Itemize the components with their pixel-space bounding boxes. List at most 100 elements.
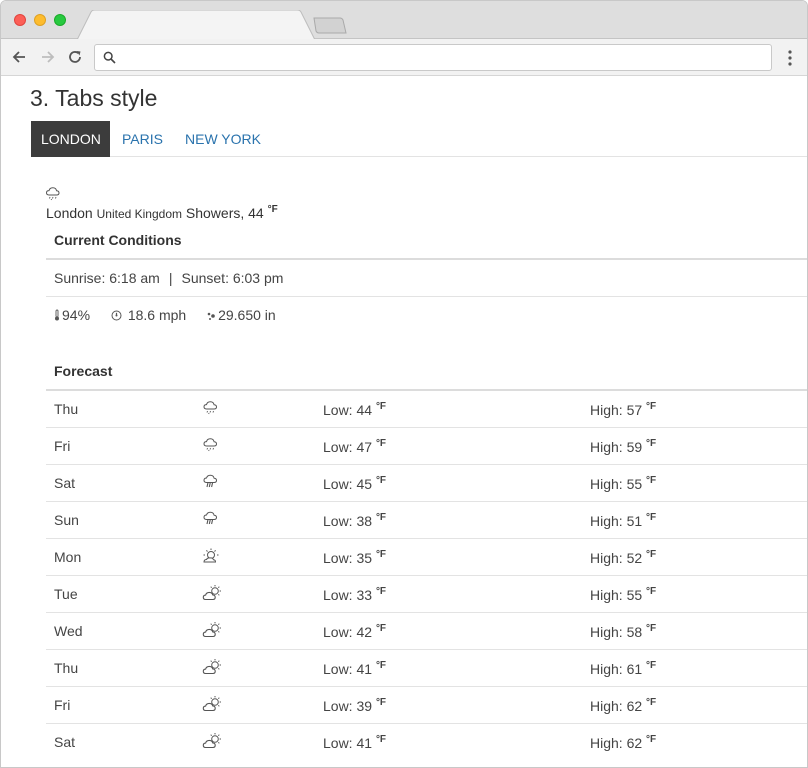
- forecast-high: High: 55 °F: [590, 586, 656, 603]
- pressure-drops-icon: [207, 312, 215, 320]
- high-temp: High: 55: [590, 476, 643, 492]
- temperature-unit: °F: [646, 586, 657, 597]
- page-title: 3. Tabs style: [30, 85, 158, 111]
- forward-arrow-icon[interactable]: [38, 47, 58, 67]
- reload-icon[interactable]: [65, 47, 85, 67]
- url-input[interactable]: [121, 48, 761, 68]
- thermometer-icon: [55, 309, 59, 321]
- wind-value: 18.6 mph: [127, 307, 187, 323]
- high-temp: High: 57: [590, 402, 643, 418]
- pressure-metric: 29.650 in: [207, 297, 276, 334]
- conditions-heading: Current Conditions: [46, 227, 807, 260]
- kebab-menu-icon[interactable]: [784, 49, 796, 67]
- low-temp: Low: 35: [323, 550, 373, 566]
- temperature-unit: °F: [375, 549, 387, 560]
- back-arrow-icon[interactable]: [9, 47, 29, 67]
- showers-icon: [202, 399, 220, 418]
- city-name: London: [46, 205, 93, 221]
- low-temp: Low: 39: [323, 698, 373, 714]
- page-content: 3. Tabs style LONDON PARIS NEW YORK Lond…: [1, 77, 807, 767]
- forecast-low: Low: 39 °F: [323, 697, 386, 714]
- high-temp: High: 51: [590, 513, 643, 529]
- low-temp: Low: 45: [323, 476, 373, 492]
- low-temp: Low: 41: [323, 735, 373, 751]
- forecast-row: Tue Low: 33 °F High: 55 °F: [46, 576, 807, 613]
- forecast-row: Thu Low: 41 °F High: 61 °F: [46, 650, 807, 687]
- temperature-unit: °F: [646, 512, 657, 523]
- tab-london[interactable]: LONDON: [31, 121, 110, 157]
- forecast-high: High: 57 °F: [590, 401, 656, 418]
- sunrise-text: Sunrise: 6:18 am: [54, 270, 160, 286]
- forecast-low: Low: 41 °F: [323, 660, 386, 677]
- forecast-low: Low: 35 °F: [323, 549, 386, 566]
- minimize-window-button[interactable]: [34, 14, 46, 26]
- address-bar[interactable]: [94, 44, 772, 71]
- sunset-text: Sunset: 6:03 pm: [181, 270, 284, 286]
- current-location-line: London United Kingdom Showers, 44 °F: [46, 204, 278, 221]
- forecast-row: Sat Low: 45 °F High: 55 °F: [46, 465, 807, 502]
- forecast-day: Mon: [54, 549, 82, 565]
- temperature-unit: °F: [646, 549, 657, 560]
- high-temp: High: 58: [590, 624, 643, 640]
- close-window-button[interactable]: [14, 14, 26, 26]
- high-temp: High: 55: [590, 587, 643, 603]
- forecast-low: Low: 47 °F: [323, 438, 386, 455]
- current-conditions-table: Current Conditions Sunrise: 6:18 am | Suns…: [46, 227, 807, 334]
- browser-tab-active[interactable]: [77, 10, 315, 40]
- forecast-high: High: 59 °F: [590, 438, 656, 455]
- separator: |: [168, 270, 173, 286]
- temperature-unit: °F: [375, 697, 387, 708]
- temperature-unit: °F: [375, 586, 387, 597]
- forecast-day: Fri: [54, 697, 71, 713]
- temperature-unit: °F: [375, 734, 387, 745]
- rain-icon: [202, 473, 220, 492]
- temperature-unit: °F: [646, 475, 657, 486]
- low-temp: Low: 47: [323, 439, 373, 455]
- forecast-row: Fri Low: 47 °F High: 59 °F: [46, 428, 807, 465]
- temperature-unit: °F: [646, 401, 657, 412]
- tab-paris[interactable]: PARIS: [113, 121, 172, 157]
- partly-cloudy-icon: [202, 695, 224, 716]
- humidity-metric: 94%: [54, 297, 90, 334]
- forecast-day: Thu: [54, 660, 79, 676]
- tab-new-york[interactable]: NEW YORK: [176, 121, 270, 157]
- country-name: United Kingdom: [96, 207, 182, 221]
- pressure-value: 29.650 in: [218, 307, 276, 323]
- partly-cloudy-icon: [202, 732, 224, 753]
- browser-toolbar: [1, 39, 807, 76]
- partly-cloudy-icon: [202, 658, 224, 679]
- temperature-unit: °F: [646, 660, 657, 671]
- forecast-row: Sun Low: 38 °F High: 51 °F: [46, 502, 807, 539]
- forecast-high: High: 55 °F: [590, 475, 656, 492]
- partly-cloudy-icon: [202, 584, 224, 605]
- forecast-rows: Thu Low: 44 °F High: 57 °F Fri Low: 47 °F Hig…: [46, 391, 807, 761]
- wind-gauge-icon: [111, 310, 122, 321]
- forecast-low: Low: 41 °F: [323, 734, 386, 751]
- forecast-high: High: 52 °F: [590, 549, 656, 566]
- forecast-row: Sat Low: 41 °F High: 62 °F: [46, 724, 807, 761]
- browser-window: 3. Tabs style LONDON PARIS NEW YORK Lond…: [0, 0, 808, 768]
- showers-icon: [202, 436, 220, 455]
- forecast-low: Low: 33 °F: [323, 586, 386, 603]
- temperature-unit: °F: [375, 623, 387, 634]
- low-temp: Low: 41: [323, 661, 373, 677]
- city-tabs: LONDON PARIS NEW YORK: [31, 121, 807, 157]
- new-tab-button[interactable]: [313, 17, 347, 34]
- high-temp: High: 59: [590, 439, 643, 455]
- forecast-high: High: 62 °F: [590, 734, 656, 751]
- temperature-unit: °F: [646, 734, 657, 745]
- maximize-window-button[interactable]: [54, 14, 66, 26]
- temperature-unit: °F: [646, 438, 657, 449]
- humidity-value: 94%: [62, 307, 91, 323]
- sun-times-row: Sunrise: 6:18 am | Sunset: 6:03 pm: [46, 260, 807, 297]
- temperature-unit: °F: [646, 697, 657, 708]
- forecast-row: Wed Low: 42 °F High: 58 °F: [46, 613, 807, 650]
- low-temp: Low: 44: [323, 402, 373, 418]
- forecast-day: Wed: [54, 623, 83, 639]
- temperature-unit: °F: [375, 660, 387, 671]
- high-temp: High: 62: [590, 698, 643, 714]
- low-temp: Low: 38: [323, 513, 373, 529]
- forecast-day: Tue: [54, 586, 78, 602]
- forecast-day: Fri: [54, 438, 71, 454]
- showers-icon: [45, 187, 60, 201]
